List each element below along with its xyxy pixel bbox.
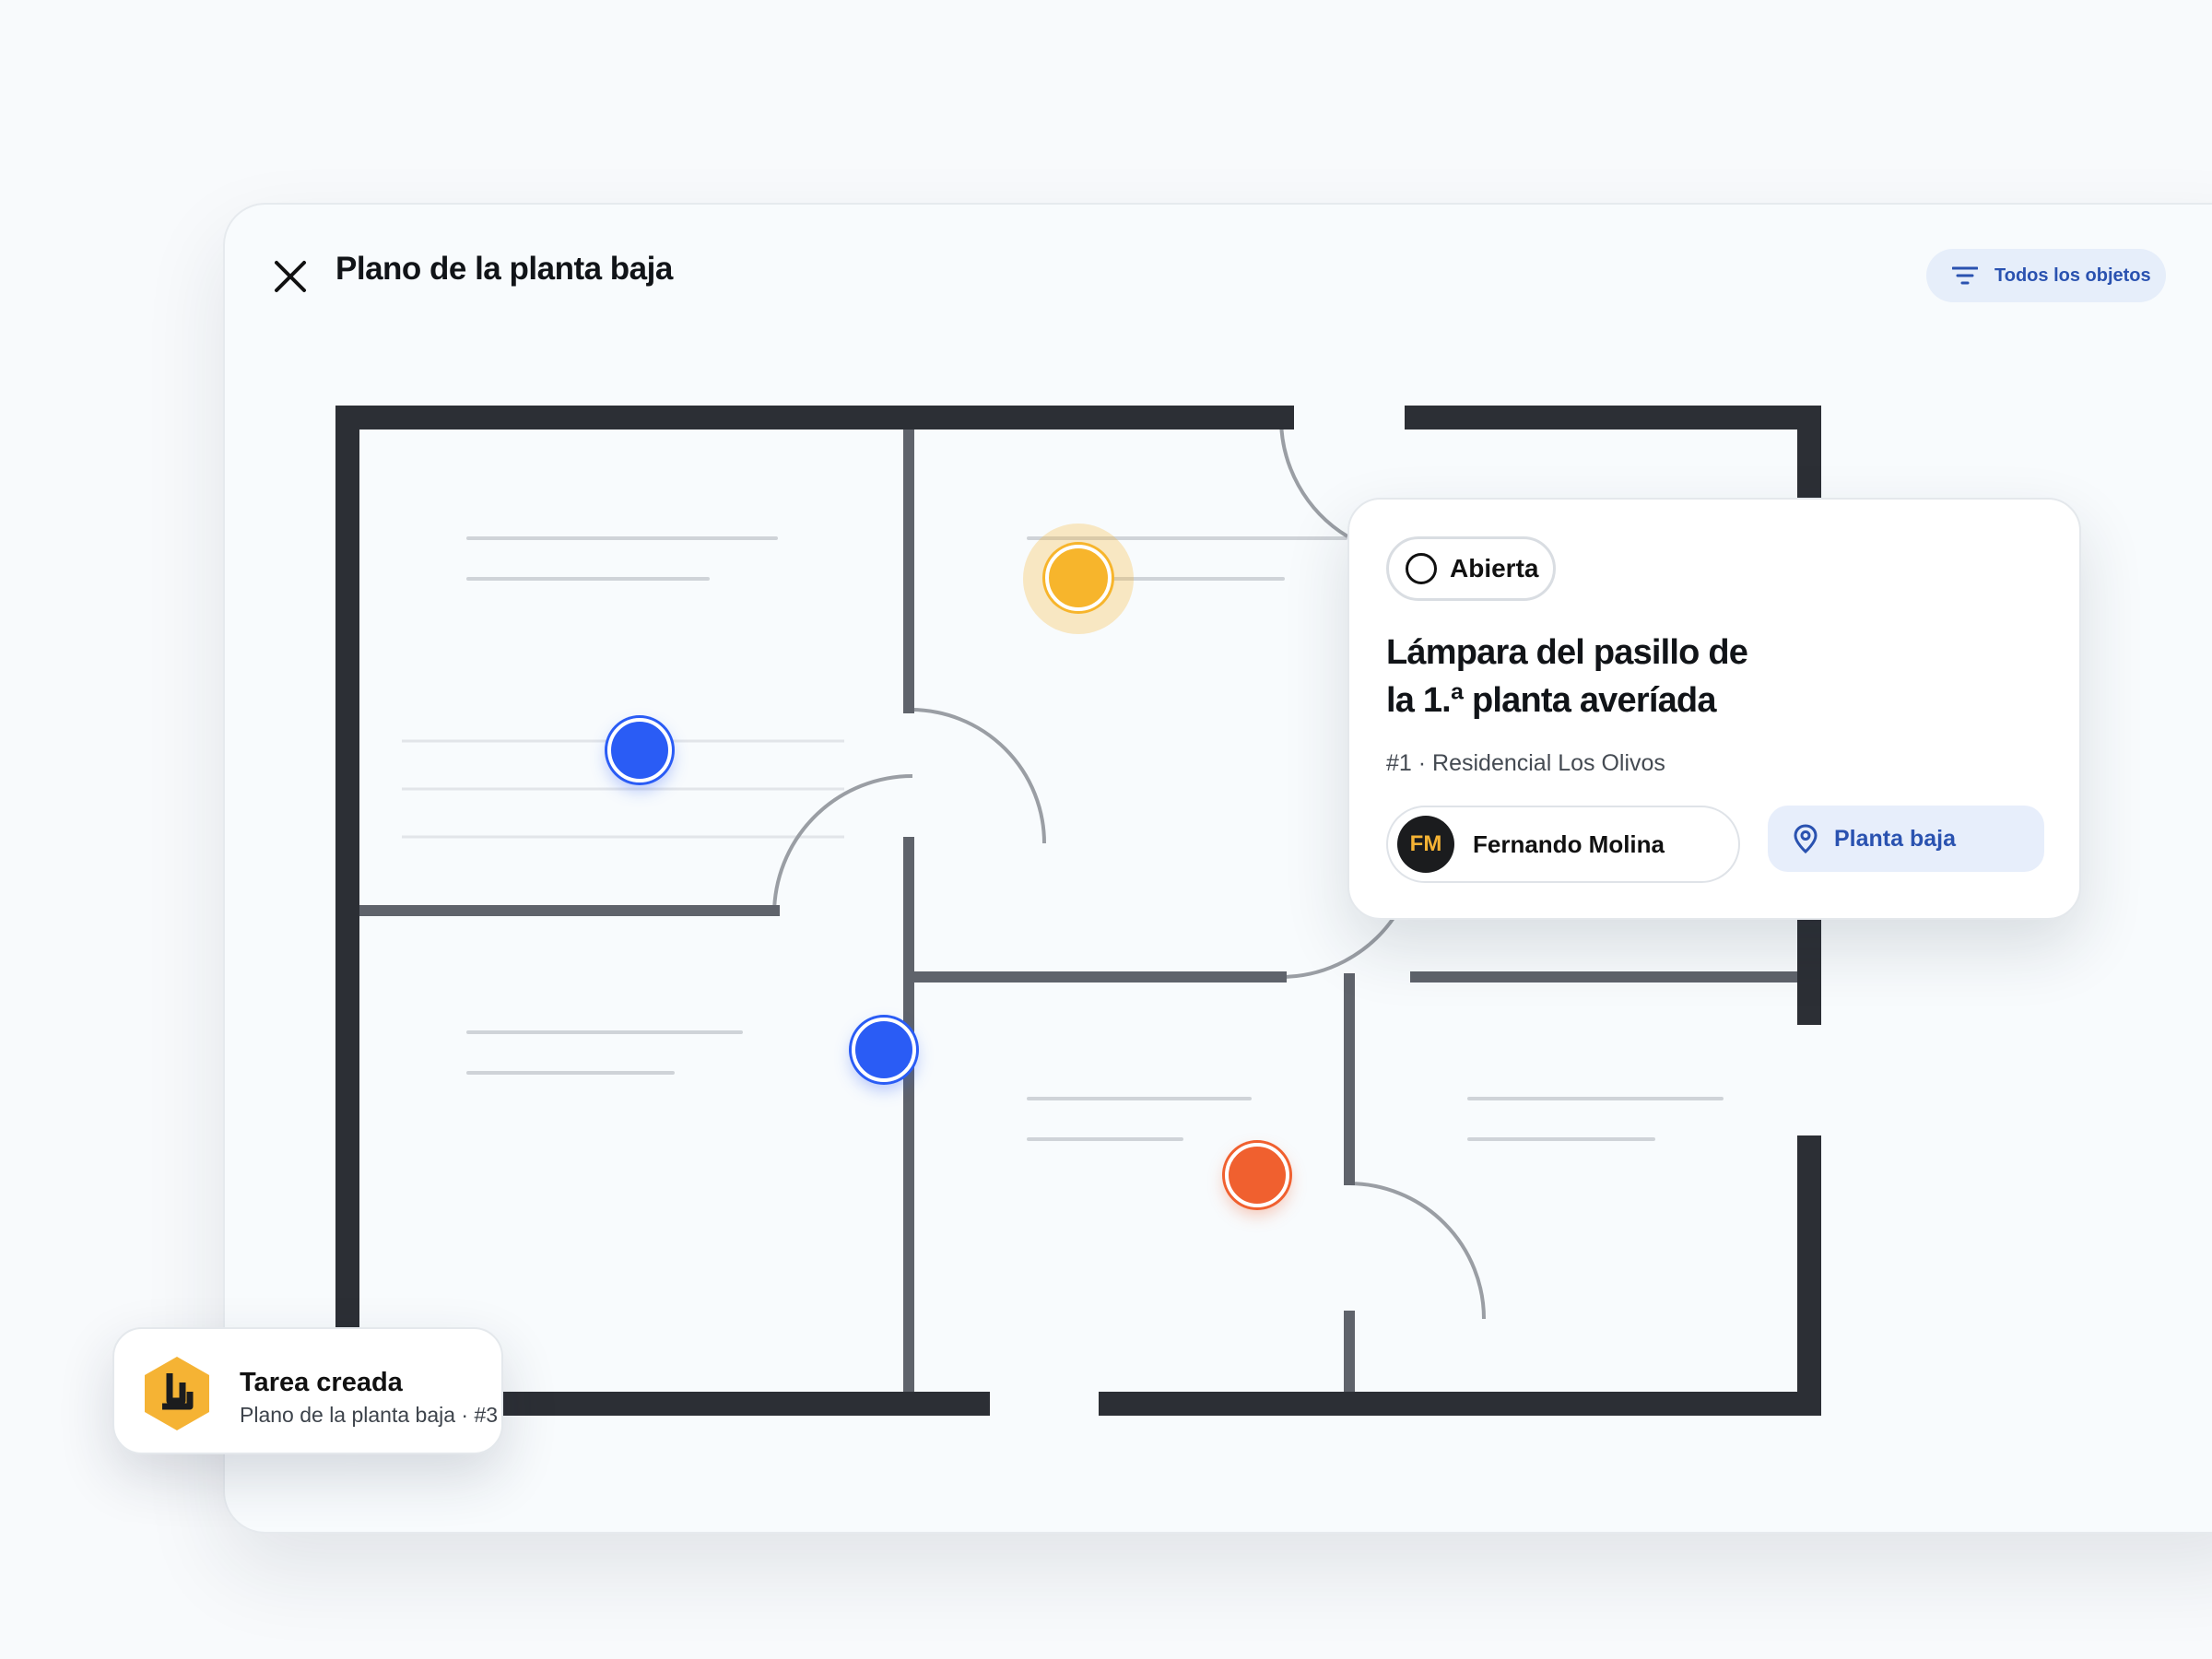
map-pin[interactable] [607,718,672,782]
status-label: Abierta [1450,554,1539,582]
map-pin-error[interactable] [1225,1143,1289,1207]
location-label: Planta baja [1834,825,1956,852]
task-card[interactable]: Abierta Lámpara del pasillo de la 1.ª pl… [1347,498,2081,920]
location-chip[interactable]: Planta baja [1768,806,2044,872]
brand-logo-icon [145,1357,209,1430]
task-meta: #1 · Residencial Los Olivos [1386,750,1665,776]
toast-notification[interactable]: Tarea creada Plano de la planta baja · #… [112,1327,503,1454]
circle-icon [1406,553,1437,584]
toast-title: Tarea creada [240,1368,403,1397]
task-title-line: Lámpara del pasillo de [1386,633,1748,672]
task-title-line: la 1.ª planta averíada [1386,681,1716,720]
map-pin[interactable] [852,1018,916,1082]
toast-subtitle: Plano de la planta baja · #3 [240,1403,499,1427]
avatar: FM [1397,816,1454,873]
task-title: Lámpara del pasillo de la 1.ª planta ave… [1386,629,1865,724]
map-pin-icon [1794,824,1818,853]
assignee-name: Fernando Molina [1473,830,1665,858]
status-badge[interactable]: Abierta [1386,536,1557,601]
map-pin-warning[interactable] [1045,545,1112,611]
assignee-chip[interactable]: FM Fernando Molina [1386,806,1740,883]
